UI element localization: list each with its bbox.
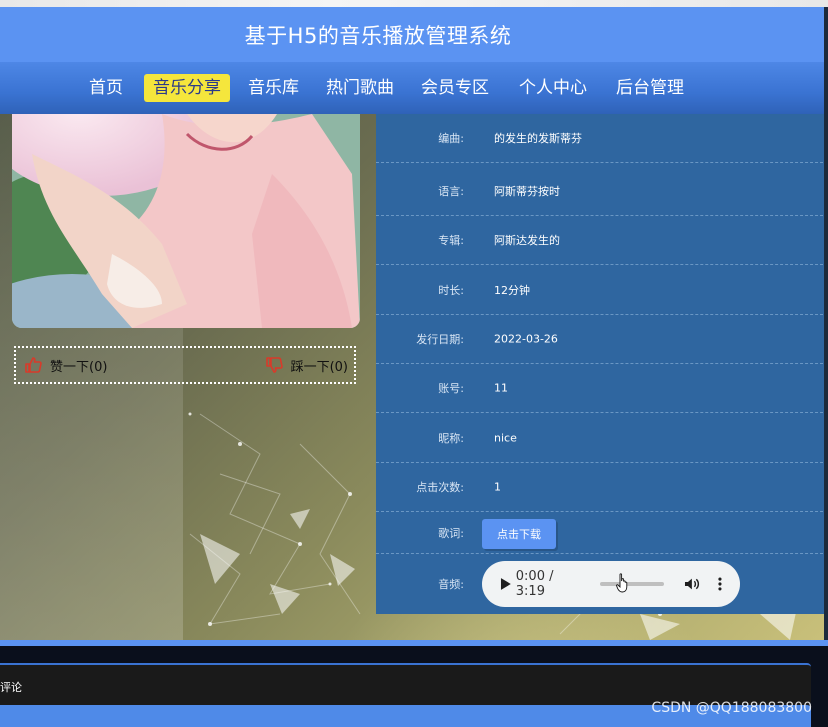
watermark: CSDN @QQ188083800: [651, 700, 812, 716]
info-label: 语言:: [438, 185, 464, 198]
info-row-release-date: 发行日期: 2022-03-26: [376, 315, 828, 364]
info-value: 12分钟: [494, 284, 530, 297]
song-cover-image: [12, 114, 360, 328]
more-options-icon[interactable]: [718, 577, 722, 591]
nav-item-music-share[interactable]: 音乐分享: [144, 74, 230, 102]
download-lyrics-button[interactable]: 点击下载: [482, 519, 556, 549]
comments-header: 评论: [0, 663, 811, 705]
cover-illustration: [12, 114, 360, 328]
browser-top-strip: [0, 0, 828, 7]
info-label: 编曲:: [438, 132, 464, 145]
info-label: 点击次数:: [416, 481, 464, 494]
info-value: nice: [494, 431, 517, 445]
audio-progress-bar[interactable]: [599, 582, 665, 586]
like-count-label: 赞一下(0): [50, 359, 108, 375]
info-row-nickname: 昵称: nice: [376, 414, 828, 463]
window-edge: [824, 7, 828, 640]
info-row-click-count: 点击次数: 1: [376, 463, 828, 512]
info-value: 阿斯达发生的: [494, 234, 560, 247]
dislike-count-label: 踩一下(0): [290, 359, 348, 375]
play-icon[interactable]: [500, 577, 512, 591]
info-value: 11: [494, 381, 508, 395]
info-label: 音频:: [438, 578, 464, 591]
nav-item-music-library[interactable]: 音乐库: [239, 74, 308, 102]
info-label: 账号:: [438, 382, 464, 395]
nav-item-personal-center[interactable]: 个人中心: [510, 74, 596, 102]
info-row-arranger: 编曲: 的发生的发斯蒂芬: [376, 114, 828, 163]
info-label: 发行日期:: [416, 333, 464, 346]
info-label: 昵称:: [438, 432, 464, 445]
like-button[interactable]: 赞一下(0): [24, 356, 107, 375]
comments-title: 评论: [0, 681, 22, 694]
thumbs-down-icon: [265, 357, 283, 373]
song-info-panel: 编曲: 的发生的发斯蒂芬 语言: 阿斯蒂芬按时 专辑: 阿斯达发生的 时长: 1…: [376, 114, 828, 614]
info-label: 专辑:: [438, 234, 464, 247]
site-title: 基于H5的音乐播放管理系统: [244, 23, 512, 48]
info-value: 阿斯蒂芬按时: [494, 185, 560, 198]
info-row-album: 专辑: 阿斯达发生的: [376, 216, 828, 265]
info-label: 歌词:: [438, 526, 464, 540]
dislike-button[interactable]: 踩一下(0): [265, 356, 348, 375]
audio-player: 0:00 / 3:19: [482, 561, 740, 607]
info-value: 的发生的发斯蒂芬: [494, 132, 582, 145]
site-header: 基于H5的音乐播放管理系统: [0, 7, 828, 62]
info-row-account: 账号: 11: [376, 364, 828, 413]
main-nav: 首页 音乐分享 音乐库 热门歌曲 会员专区 个人中心 后台管理: [0, 62, 828, 114]
info-row-audio: 音频: 0:00 / 3:19: [376, 554, 828, 614]
nav-item-admin[interactable]: 后台管理: [607, 74, 693, 102]
thumbs-up-icon: [25, 357, 42, 373]
nav-item-hot-songs[interactable]: 热门歌曲: [317, 74, 403, 102]
nav-item-member-zone[interactable]: 会员专区: [412, 74, 498, 102]
info-value: 1: [494, 480, 501, 494]
info-row-language: 语言: 阿斯蒂芬按时: [376, 167, 828, 216]
song-detail-section: 赞一下(0) 踩一下(0) 编曲: 的发生的发斯蒂芬 语言: 阿斯蒂芬按时 专辑…: [0, 114, 828, 640]
nav-item-home[interactable]: 首页: [80, 74, 132, 102]
info-label: 时长:: [438, 284, 464, 297]
audio-time-display: 0:00 / 3:19: [515, 569, 554, 599]
vote-bar: 赞一下(0) 踩一下(0): [14, 346, 356, 384]
info-row-duration: 时长: 12分钟: [376, 266, 828, 315]
volume-icon[interactable]: [684, 577, 700, 591]
mouse-cursor-icon: [616, 573, 628, 593]
info-row-lyrics: 歌词: 点击下载: [376, 512, 828, 554]
info-value: 2022-03-26: [494, 332, 558, 346]
